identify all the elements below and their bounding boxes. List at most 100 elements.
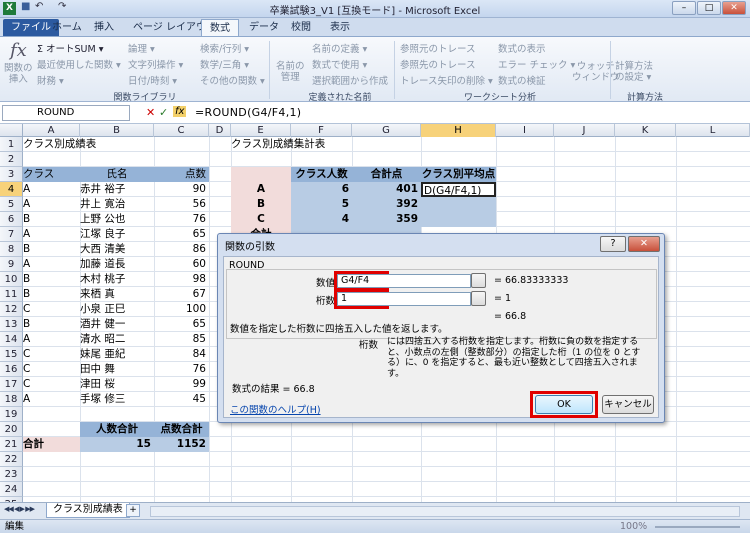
student-name[interactable]: 小泉 正巳 xyxy=(80,302,154,317)
row-header-24[interactable]: 24 xyxy=(0,482,23,497)
student-score[interactable]: 86 xyxy=(154,242,209,257)
column-header-k[interactable]: K xyxy=(615,124,676,137)
student-name[interactable]: 来栖 真 xyxy=(80,287,154,302)
student-name[interactable]: 清水 昭二 xyxy=(80,332,154,347)
tab-home[interactable]: ホーム xyxy=(44,19,90,36)
student-score[interactable]: 76 xyxy=(154,362,209,377)
zoom-level[interactable]: 100% xyxy=(620,520,647,533)
column-header-j[interactable]: J xyxy=(554,124,615,137)
row-header-6[interactable]: 6 xyxy=(0,212,23,227)
student-class[interactable]: A xyxy=(23,197,80,212)
row-header-5[interactable]: 5 xyxy=(0,197,23,212)
row-header-2[interactable]: 2 xyxy=(0,152,23,167)
column-header-h[interactable]: H xyxy=(421,124,496,137)
name-manager-button[interactable]: 名前の 管理 xyxy=(276,61,305,83)
enter-icon[interactable]: ✓ xyxy=(159,106,168,119)
column-header-f[interactable]: F xyxy=(291,124,352,137)
sheet-tab-active[interactable]: クラス別成績表 xyxy=(46,503,130,518)
summary-points[interactable]: 401 xyxy=(352,182,421,197)
insert-function-fx-icon[interactable]: fx xyxy=(173,106,187,117)
column-header-a[interactable]: A xyxy=(23,124,80,137)
row-header-12[interactable]: 12 xyxy=(0,302,23,317)
evaluate-formula-button[interactable]: 数式の検証 xyxy=(498,73,546,87)
recent-functions-button[interactable]: 最近使用した関数 ▾ xyxy=(37,57,121,71)
calculation-options-button[interactable]: 計算方法 の設定 ▾ xyxy=(615,61,653,83)
student-name[interactable]: 木村 桃子 xyxy=(80,272,154,287)
datetime-button[interactable]: 日付/時刻 ▾ xyxy=(128,73,177,87)
error-checking-button[interactable]: エラー チェック ▾ xyxy=(498,57,575,71)
column-header-c[interactable]: C xyxy=(154,124,209,137)
sheet-nav-arrows[interactable]: ◀◀ ◀ ▶ ▶▶ xyxy=(4,505,35,513)
student-score[interactable]: 67 xyxy=(154,287,209,302)
student-name[interactable]: 妹尾 亜紀 xyxy=(80,347,154,362)
summary-points[interactable]: 392 xyxy=(352,197,421,212)
column-header-b[interactable]: B xyxy=(80,124,154,137)
student-name[interactable]: 江塚 良子 xyxy=(80,227,154,242)
column-header-g[interactable]: G xyxy=(352,124,421,137)
row-header-11[interactable]: 11 xyxy=(0,287,23,302)
column-header-l[interactable]: L xyxy=(676,124,750,137)
student-class[interactable]: A xyxy=(23,182,80,197)
arg1-input[interactable]: G4/F4 xyxy=(337,274,471,288)
student-score[interactable]: 98 xyxy=(154,272,209,287)
student-name[interactable]: 加藤 道長 xyxy=(80,257,154,272)
student-name[interactable]: 酒井 健一 xyxy=(80,317,154,332)
summary-header-count[interactable]: クラス人数 xyxy=(291,167,352,182)
header-name[interactable]: 氏名 xyxy=(80,167,154,182)
student-name[interactable]: 赤井 裕子 xyxy=(80,182,154,197)
row-header-17[interactable]: 17 xyxy=(0,377,23,392)
show-formulas-button[interactable]: 数式の表示 xyxy=(498,41,546,55)
lookup-button[interactable]: 検索/行列 ▾ xyxy=(200,41,249,55)
help-link[interactable]: この関数のヘルプ(H) xyxy=(230,402,321,416)
name-box[interactable]: ROUND xyxy=(2,105,130,121)
row-header-1[interactable]: 1 xyxy=(0,137,23,152)
summary-avg[interactable] xyxy=(421,197,496,212)
more-functions-button[interactable]: その他の関数 ▾ xyxy=(200,73,265,87)
summary-class[interactable]: C xyxy=(231,212,291,227)
remove-arrows-button[interactable]: トレース矢印の削除 ▾ xyxy=(400,73,493,87)
student-class[interactable]: C xyxy=(23,302,80,317)
row-header-15[interactable]: 15 xyxy=(0,347,23,362)
student-class[interactable]: C xyxy=(23,377,80,392)
student-score[interactable]: 99 xyxy=(154,377,209,392)
tab-review[interactable]: 校閲 xyxy=(283,19,319,36)
sheet-title-right[interactable]: クラス別成績集計表 xyxy=(231,137,381,152)
row-header-18[interactable]: 18 xyxy=(0,392,23,407)
new-sheet-icon[interactable]: + xyxy=(126,504,140,517)
logical-button[interactable]: 論理 ▾ xyxy=(128,41,155,55)
column-header-e[interactable]: E xyxy=(231,124,291,137)
close-button[interactable]: ✕ xyxy=(722,1,746,15)
text-functions-button[interactable]: 文字列操作 ▾ xyxy=(128,57,183,71)
summary-class[interactable]: A xyxy=(231,182,291,197)
maximize-button[interactable]: □ xyxy=(697,1,721,15)
formula-input[interactable]: =ROUND(G4/F4,1) xyxy=(195,106,301,119)
trace-precedents-button[interactable]: 参照元のトレース xyxy=(400,41,476,55)
student-score[interactable]: 84 xyxy=(154,347,209,362)
row-header-19[interactable]: 19 xyxy=(0,407,23,422)
row-header-21[interactable]: 21 xyxy=(0,437,23,452)
header-class[interactable]: クラス xyxy=(23,167,80,182)
trace-dependents-button[interactable]: 参照先のトレース xyxy=(400,57,476,71)
summary-class[interactable]: B xyxy=(231,197,291,212)
student-score[interactable]: 60 xyxy=(154,257,209,272)
student-class[interactable]: B xyxy=(23,287,80,302)
tab-data[interactable]: データ xyxy=(241,19,287,36)
student-score[interactable]: 85 xyxy=(154,332,209,347)
arg2-collapse-button[interactable] xyxy=(471,291,486,306)
summary-avg[interactable] xyxy=(421,212,496,227)
create-from-selection-button[interactable]: 選択範囲から作成 xyxy=(312,73,388,87)
row-header-14[interactable]: 14 xyxy=(0,332,23,347)
student-name[interactable]: 大西 清美 xyxy=(80,242,154,257)
student-score[interactable]: 65 xyxy=(154,317,209,332)
select-all-corner[interactable] xyxy=(0,124,23,137)
student-class[interactable]: A xyxy=(23,257,80,272)
student-class[interactable]: B xyxy=(23,242,80,257)
math-trig-button[interactable]: 数学/三角 ▾ xyxy=(200,57,249,71)
row-header-4[interactable]: 4 xyxy=(0,182,23,197)
row-header-7[interactable]: 7 xyxy=(0,227,23,242)
total-label[interactable]: 合計 xyxy=(23,437,80,452)
student-score[interactable]: 45 xyxy=(154,392,209,407)
tab-formulas[interactable]: 数式 xyxy=(201,19,239,36)
count-total[interactable]: 15 xyxy=(80,437,154,452)
define-name-button[interactable]: 名前の定義 ▾ xyxy=(312,41,367,55)
